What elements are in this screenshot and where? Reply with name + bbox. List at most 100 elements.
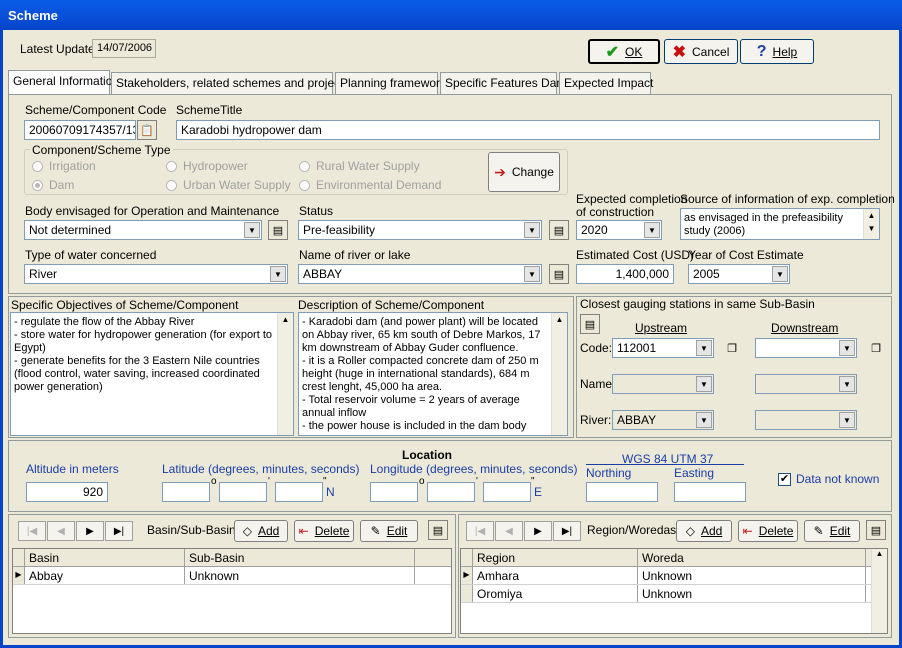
change-button[interactable]: ➔ Change (488, 152, 560, 192)
latitude-minutes-field[interactable] (219, 482, 267, 502)
database-icon[interactable]: ▤ (549, 220, 569, 240)
last-record-button[interactable]: ▶| (105, 521, 133, 541)
upstream-code-select[interactable]: 112001 ▼ (612, 338, 714, 358)
region-add-button[interactable]: ◇ Add (676, 520, 732, 542)
radio-rural-water-supply[interactable]: Rural Water Supply (299, 159, 420, 173)
column-header[interactable]: Woreda (638, 549, 866, 566)
checkmark-icon: ✔ (605, 43, 620, 61)
water-select[interactable]: River ▼ (24, 264, 288, 284)
radio-urban-water-supply[interactable]: Urban Water Supply (166, 178, 291, 192)
status-select[interactable]: Pre-feasibility ▼ (298, 220, 542, 240)
latitude-degrees-field[interactable] (162, 482, 210, 502)
basin-delete-button[interactable]: ⇤ Delete (294, 520, 354, 542)
last-record-button[interactable]: ▶| (553, 521, 581, 541)
database-icon[interactable]: ▤ (549, 264, 569, 284)
table-row[interactable]: ▶ Amhara Unknown (461, 567, 887, 585)
tab-expected-impact[interactable]: Expected Impact (559, 72, 653, 94)
copy-icon[interactable]: ❐ (866, 338, 886, 358)
regions-grid[interactable]: Region Woreda ▶ Amhara Unknown Oromiya Unkno… (460, 548, 888, 634)
objectives-textarea[interactable]: - regulate the flow of the Abbay River -… (10, 312, 294, 436)
column-header[interactable]: Sub-Basin (185, 549, 415, 566)
table-row[interactable]: ▶ Abbay Unknown (13, 567, 451, 585)
tab-stakeholders[interactable]: Stakeholders, related schemes and projec… (111, 72, 357, 94)
easting-field[interactable] (674, 482, 746, 502)
database-icon[interactable]: ▤ (428, 520, 448, 540)
table-cell[interactable]: Oromiya (473, 585, 638, 602)
chevron-down-icon: ▼ (839, 376, 855, 392)
database-icon[interactable]: ▤ (580, 314, 600, 334)
latitude-seconds-field[interactable] (275, 482, 323, 502)
chevron-down-icon: ▼ (524, 222, 540, 238)
copy-icon[interactable]: ❐ (722, 338, 742, 358)
tab-general-information[interactable]: General Information (8, 70, 119, 95)
database-icon[interactable]: ▤ (268, 220, 288, 240)
first-record-button[interactable]: |◀ (18, 521, 46, 541)
cost-label: Estimated Cost (USD) (576, 248, 695, 262)
column-header[interactable]: Region (473, 549, 638, 566)
database-icon[interactable]: ▤ (866, 520, 886, 540)
prev-record-button[interactable]: ◀ (47, 521, 75, 541)
body-select[interactable]: Not determined ▼ (24, 220, 262, 240)
downstream-name-select[interactable]: ▼ (755, 374, 857, 394)
table-row[interactable]: Oromiya Unknown (461, 585, 887, 603)
add-icon: ◇ (242, 524, 252, 538)
data-not-known-checkbox[interactable]: ✔ Data not known (778, 472, 879, 486)
table-cell[interactable]: Amhara (473, 567, 638, 584)
basins-grid[interactable]: Basin Sub-Basin ▶ Abbay Unknown (12, 548, 452, 634)
minute-symbol: ' (476, 476, 478, 487)
chevron-down-icon: ▼ (696, 340, 712, 356)
scrollbar[interactable]: ▲ (551, 313, 567, 435)
longitude-minutes-field[interactable] (427, 482, 475, 502)
scrollbar[interactable]: ▲ (277, 313, 293, 435)
column-header[interactable]: Basin (25, 549, 185, 566)
year-select[interactable]: 2005 ▼ (688, 264, 790, 284)
altitude-field[interactable]: 920 (26, 482, 108, 502)
river-label: Name of river or lake (299, 248, 411, 262)
ok-button[interactable]: ✔ OK (588, 39, 660, 64)
scrollbar[interactable]: ▲ ▼ (863, 209, 879, 239)
radio-environmental-demand[interactable]: Environmental Demand (299, 178, 441, 192)
clipboard-icon[interactable]: 📋 (137, 120, 157, 140)
table-cell[interactable]: Unknown (185, 567, 415, 584)
minute-symbol: ' (268, 476, 270, 487)
tab-planning-framework[interactable]: Planning framework (335, 72, 446, 94)
table-cell[interactable]: Unknown (638, 567, 866, 584)
objectives-label: Specific Objectives of Scheme/Component (11, 298, 239, 312)
longitude-degrees-field[interactable] (370, 482, 418, 502)
code-field[interactable]: 20060709174357/13 (24, 120, 136, 140)
upstream-river-select[interactable]: ABBAY ▼ (612, 410, 714, 430)
radio-icon (299, 160, 310, 172)
cancel-button[interactable]: ✖ Cancel (664, 39, 738, 64)
easting-label: Easting (674, 466, 715, 480)
northing-field[interactable] (586, 482, 658, 502)
downstream-river-select[interactable]: ▼ (755, 410, 857, 430)
chevron-down-icon: ▼ (839, 412, 855, 428)
downstream-code-select[interactable]: ▼ (755, 338, 857, 358)
longitude-seconds-field[interactable] (483, 482, 531, 502)
upstream-name-select[interactable]: ▼ (612, 374, 714, 394)
region-delete-button[interactable]: ⇤ Delete (738, 520, 798, 542)
radio-dam[interactable]: Dam (32, 178, 74, 192)
help-button[interactable]: ? Help (740, 39, 814, 64)
basin-add-button[interactable]: ◇ Add (234, 520, 288, 542)
prev-record-button[interactable]: ◀ (495, 521, 523, 541)
next-record-button[interactable]: ▶ (524, 521, 552, 541)
expected-select[interactable]: 2020 ▼ (576, 220, 662, 240)
radio-irrigation[interactable]: Irrigation (32, 159, 96, 173)
basin-edit-button[interactable]: ✎ Edit (360, 520, 418, 542)
river-select[interactable]: ABBAY ▼ (298, 264, 542, 284)
source-textarea[interactable]: as envisaged in the prefeasibility study… (680, 208, 880, 240)
regions-label: Region/Woredas (587, 523, 677, 537)
code-label: Scheme/Component Code (25, 103, 167, 117)
title-field[interactable]: Karadobi hydropower dam (176, 120, 880, 140)
description-textarea[interactable]: - Karadobi dam (and power plant) will be… (298, 312, 568, 436)
radio-hydropower[interactable]: Hydropower (166, 159, 248, 173)
tab-specific-features-dam[interactable]: Specific Features Dam (440, 72, 566, 94)
region-edit-button[interactable]: ✎ Edit (804, 520, 860, 542)
scrollbar[interactable]: ▲ (871, 549, 887, 633)
table-cell[interactable]: Unknown (638, 585, 866, 602)
next-record-button[interactable]: ▶ (76, 521, 104, 541)
cost-field[interactable]: 1,400,000 (576, 264, 674, 284)
first-record-button[interactable]: |◀ (466, 521, 494, 541)
table-cell[interactable]: Abbay (25, 567, 185, 584)
